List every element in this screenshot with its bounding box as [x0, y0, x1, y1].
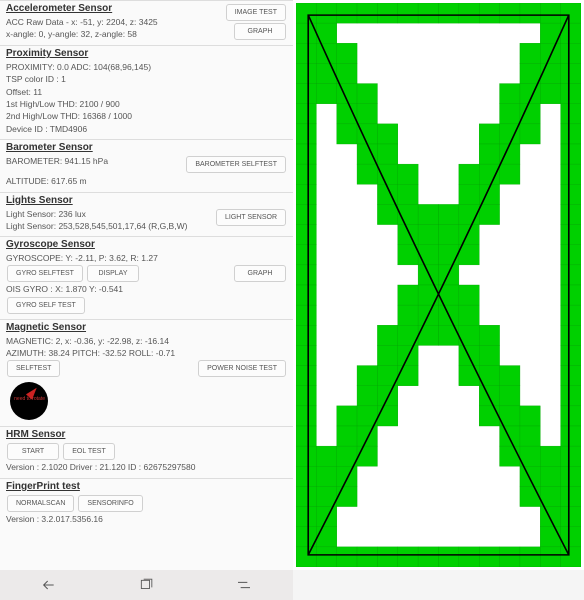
touch-test-panel[interactable]: [293, 0, 584, 570]
accel-raw: ACC Raw Data - x: -51, y: 2204, z: 3425: [6, 16, 225, 28]
mag-title: Magnetic Sensor: [6, 322, 287, 333]
accel-section: Accelerometer Sensor ACC Raw Data - x: -…: [0, 0, 293, 45]
accel-title: Accelerometer Sensor: [6, 3, 225, 14]
touch-test-canvas[interactable]: [296, 3, 581, 567]
gyro-graph-button[interactable]: Graph: [234, 265, 286, 282]
mag-data: MAGNETIC: 2, x: -0.36, y: -22.98, z: -16…: [6, 335, 287, 347]
hrm-eol-button[interactable]: EOL Test: [63, 443, 115, 460]
accel-angle: x-angle: 0, y-angle: 32, z-angle: 58: [6, 28, 225, 40]
navigation-bar: [0, 570, 293, 600]
fp-title: FingerPrint test: [6, 481, 287, 492]
home-icon[interactable]: [234, 575, 254, 595]
recent-apps-icon[interactable]: [136, 575, 156, 595]
hrm-version: Version : 2.1020 Driver : 21.120 ID : 62…: [6, 461, 287, 473]
prox-thd1: 1st High/Low THD: 2100 / 900: [6, 98, 287, 110]
gyro-selftest-button[interactable]: Gyro Selftest: [7, 265, 83, 282]
compass-icon: need to rotate: [10, 382, 48, 420]
compass-label: need to rotate: [14, 396, 45, 402]
fp-sensorinfo-button[interactable]: Sensorinfo: [78, 495, 142, 512]
baro-pressure: BAROMETER: 941.15 hPa: [6, 155, 185, 167]
gyro-section: Gyroscope Sensor GYROSCOPE: Y: -2.11, P:…: [0, 236, 293, 319]
prox-title: Proximity Sensor: [6, 48, 287, 59]
gyro-display-button[interactable]: Display: [87, 265, 139, 282]
baro-section: Barometer Sensor BAROMETER: 941.15 hPa A…: [0, 139, 293, 192]
gyro-ois: OIS GYRO : X: 1.870 Y: -0.541: [6, 283, 287, 295]
fp-version: Version : 3.2.017.5356.16: [6, 513, 287, 525]
light-section: Lights Sensor Light Sensor: 236 lux Ligh…: [0, 192, 293, 237]
gyro-data: GYROSCOPE: Y: -2.11, P: 3.62, R: 1.27: [6, 252, 287, 264]
light-rgbw: Light Sensor: 253,528,545,501,17,64 (R,G…: [6, 220, 215, 232]
light-title: Lights Sensor: [6, 195, 287, 206]
accel-graph-button[interactable]: Graph: [234, 23, 286, 40]
gyro-title: Gyroscope Sensor: [6, 239, 287, 250]
mag-power-noise-button[interactable]: Power Noise Test: [198, 360, 286, 377]
prox-offset: Offset: 11: [6, 86, 287, 98]
prox-tsp: TSP color ID : 1: [6, 73, 287, 85]
light-lux: Light Sensor: 236 lux: [6, 208, 215, 220]
hrm-start-button[interactable]: Start: [7, 443, 59, 460]
hrm-title: HRM Sensor: [6, 429, 287, 440]
baro-selftest-button[interactable]: Barometer Selftest: [186, 156, 286, 173]
fp-section: FingerPrint test Normalscan Sensorinfo V…: [0, 478, 293, 529]
prox-device: Device ID : TMD4906: [6, 123, 287, 135]
mag-selftest-button[interactable]: Selftest: [7, 360, 60, 377]
fp-normalscan-button[interactable]: Normalscan: [7, 495, 74, 512]
baro-alt: ALTITUDE: 617.65 m: [6, 175, 185, 187]
baro-title: Barometer Sensor: [6, 142, 287, 153]
prox-thd2: 2nd High/Low THD: 16368 / 1000: [6, 110, 287, 122]
image-test-button[interactable]: Image Test: [226, 4, 286, 21]
gyro-ois-selftest-button[interactable]: Gyro Self Test: [7, 297, 85, 314]
prox-line1: PROXIMITY: 0.0 ADC: 104(68,96,145): [6, 61, 287, 73]
light-sensor-button[interactable]: Light Sensor: [216, 209, 286, 226]
mag-section: Magnetic Sensor MAGNETIC: 2, x: -0.36, y…: [0, 319, 293, 427]
back-icon[interactable]: [39, 575, 59, 595]
mag-azimuth: AZIMUTH: 38.24 PITCH: -32.52 ROLL: -0.71: [6, 347, 287, 359]
prox-section: Proximity Sensor PROXIMITY: 0.0 ADC: 104…: [0, 45, 293, 139]
sensor-panel: Accelerometer Sensor ACC Raw Data - x: -…: [0, 0, 293, 570]
hrm-section: HRM Sensor Start EOL Test Version : 2.10…: [0, 426, 293, 477]
